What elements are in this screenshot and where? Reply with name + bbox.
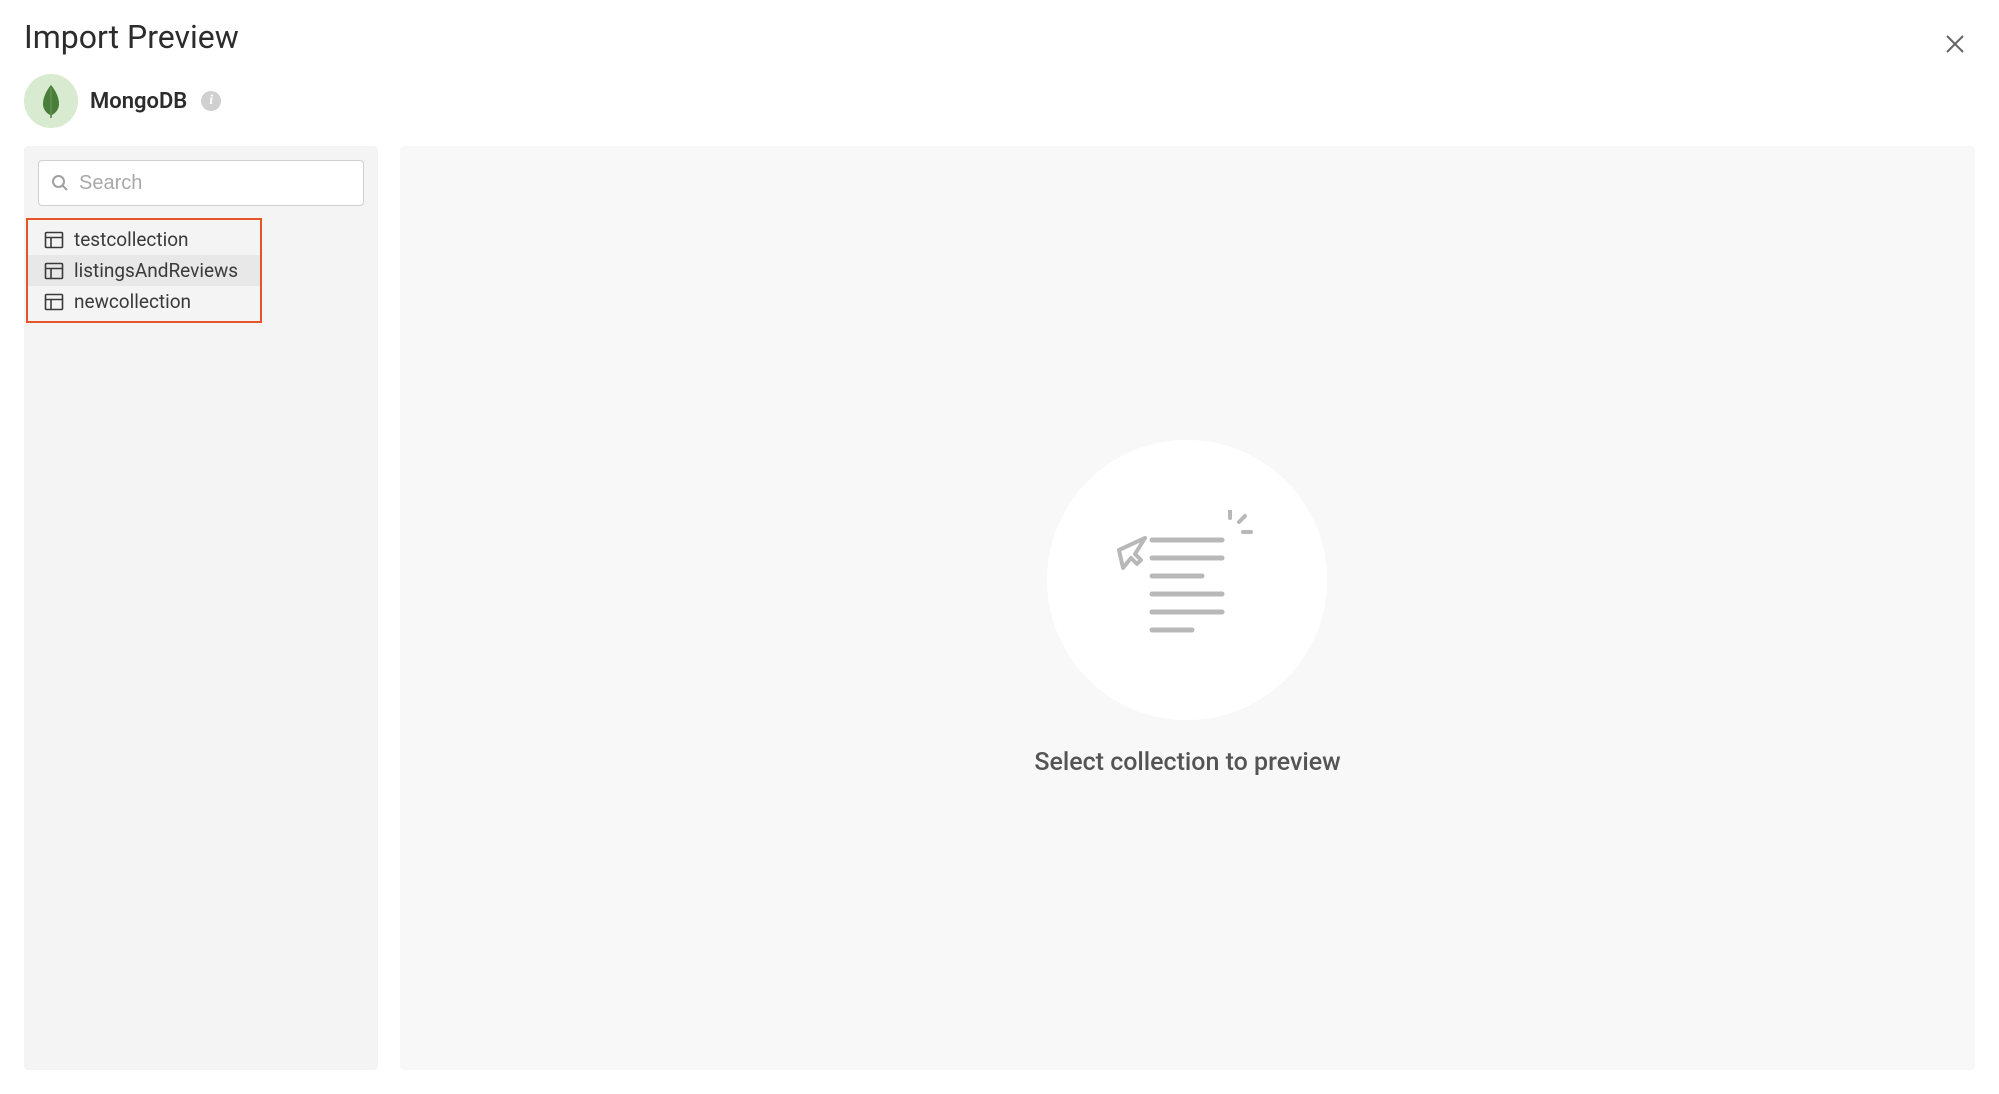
collection-label: listingsAndReviews	[74, 259, 238, 282]
table-icon	[44, 292, 64, 312]
table-icon	[44, 261, 64, 281]
collection-item[interactable]: newcollection	[28, 286, 260, 317]
close-icon	[1945, 34, 1965, 54]
collection-list: testcollection listingsAndReviews	[26, 218, 262, 323]
collection-item[interactable]: listingsAndReviews	[28, 255, 260, 286]
empty-state-graphic	[1047, 440, 1327, 720]
source-name: MongoDB	[90, 89, 187, 114]
search-input[interactable]	[79, 172, 351, 195]
page-title: Import Preview	[24, 18, 1975, 56]
main-panel: Select collection to preview	[400, 146, 1975, 1070]
collection-label: newcollection	[74, 290, 191, 313]
sidebar: testcollection listingsAndReviews	[24, 146, 378, 1070]
mongodb-icon	[24, 74, 78, 128]
empty-state-text: Select collection to preview	[1034, 748, 1340, 777]
close-button[interactable]	[1939, 28, 1971, 60]
source-row: MongoDB i	[0, 68, 1999, 146]
cursor-document-icon	[1117, 510, 1257, 650]
search-icon	[51, 174, 69, 192]
table-icon	[44, 230, 64, 250]
info-icon[interactable]: i	[201, 91, 221, 111]
collection-item[interactable]: testcollection	[28, 224, 260, 255]
search-box[interactable]	[38, 160, 364, 206]
empty-state: Select collection to preview	[1034, 440, 1340, 777]
collection-label: testcollection	[74, 228, 189, 251]
